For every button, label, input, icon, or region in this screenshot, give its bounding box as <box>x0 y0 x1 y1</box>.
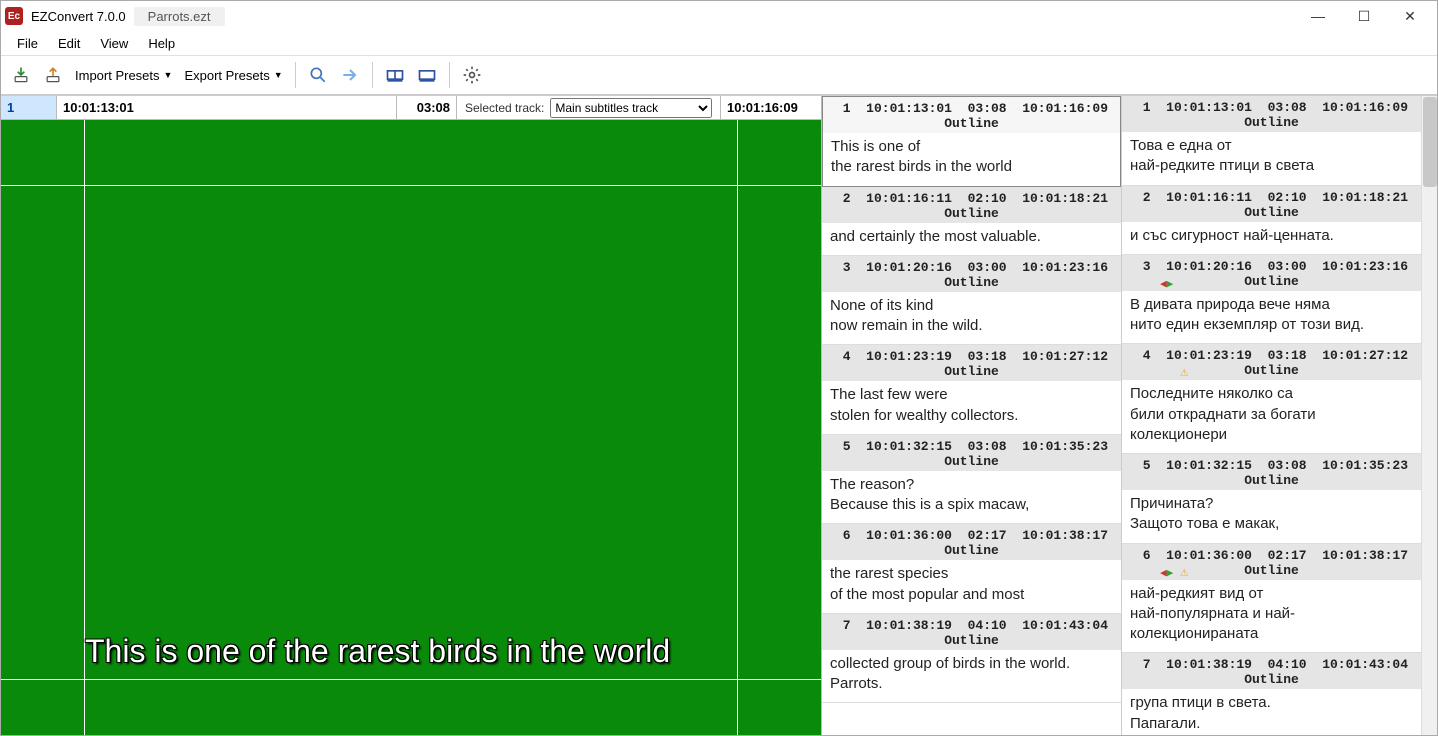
subtitle-header: 3 10:01:20:16 03:00 10:01:23:16Outline <box>822 256 1121 292</box>
layout-dual-button[interactable] <box>381 61 409 89</box>
subtitle-item[interactable]: 6 10:01:36:00 02:17 10:01:38:17Outline◀▶… <box>1122 544 1421 654</box>
export-button[interactable] <box>39 61 67 89</box>
subtitle-text[interactable]: и със сигурност най-ценната. <box>1122 222 1421 254</box>
subtitle-header: 7 10:01:38:19 04:10 10:01:43:04Outline <box>1122 653 1421 689</box>
app-window: Ec EZConvert 7.0.0 Parrots.ezt — ☐ ✕ Fil… <box>0 0 1438 736</box>
goto-button[interactable] <box>336 61 364 89</box>
subtitle-header: 7 10:01:38:19 04:10 10:01:43:04Outline <box>822 614 1121 650</box>
subtitle-text[interactable]: Последните няколко са били откраднати за… <box>1122 380 1421 453</box>
subtitle-item[interactable]: 1 10:01:13:01 03:08 10:01:16:09OutlineТо… <box>1122 96 1421 186</box>
subtitle-column-target: 1 10:01:13:01 03:08 10:01:16:09OutlineТо… <box>1122 96 1421 735</box>
content-area: 1 10:01:13:01 03:08 Selected track: Main… <box>1 95 1437 735</box>
track-select[interactable]: Main subtitles track <box>550 98 712 118</box>
subtitle-item[interactable]: 2 10:01:16:11 02:10 10:01:18:21Outlinean… <box>822 187 1121 256</box>
menu-edit[interactable]: Edit <box>50 34 88 53</box>
subtitle-item[interactable]: 7 10:01:38:19 04:10 10:01:43:04Outlineгр… <box>1122 653 1421 735</box>
subtitle-header: 5 10:01:32:15 03:08 10:01:35:23Outline <box>822 435 1121 471</box>
subtitle-header: 6 10:01:36:00 02:17 10:01:38:17Outline◀▶… <box>1122 544 1421 580</box>
toolbar-separator <box>372 62 373 88</box>
subtitle-header: 1 10:01:13:01 03:08 10:01:16:09Outline <box>823 97 1120 133</box>
subtitle-item[interactable]: 5 10:01:32:15 03:08 10:01:35:23OutlineTh… <box>822 435 1121 525</box>
track-selector: Selected track: Main subtitles track <box>457 96 721 119</box>
subtitle-text[interactable]: collected group of birds in the world. P… <box>822 650 1121 703</box>
subtitle-item[interactable]: 6 10:01:36:00 02:17 10:01:38:17Outlineth… <box>822 524 1121 614</box>
window-controls: — ☐ ✕ <box>1295 1 1433 31</box>
preview-subtitle-text: This is one of the rarest birds in the w… <box>85 630 670 673</box>
document-tab[interactable]: Parrots.ezt <box>134 7 225 26</box>
safe-area-guide <box>1 679 821 680</box>
subtitle-item[interactable]: 7 10:01:38:19 04:10 10:01:43:04Outlineco… <box>822 614 1121 704</box>
subtitle-header: 6 10:01:36:00 02:17 10:01:38:17Outline <box>822 524 1121 560</box>
toolbar-separator <box>449 62 450 88</box>
diff-marker-icon: ◀▶ <box>1160 566 1173 580</box>
subtitle-item[interactable]: 3 10:01:20:16 03:00 10:01:23:16OutlineNo… <box>822 256 1121 346</box>
subtitle-header: 4 10:01:23:19 03:18 10:01:27:12Outline <box>822 345 1121 381</box>
diff-marker-icon: ◀▶ <box>1160 277 1173 291</box>
warning-icon: ⚠ <box>1180 364 1188 381</box>
subtitle-text[interactable]: В дивата природа вече няма нито един екз… <box>1122 291 1421 344</box>
duration[interactable]: 03:08 <box>397 96 457 119</box>
subtitle-header: 1 10:01:13:01 03:08 10:01:16:09Outline <box>1122 96 1421 132</box>
subtitle-item[interactable]: 2 10:01:16:11 02:10 10:01:18:21Outlineи … <box>1122 186 1421 255</box>
warning-icon: ⚠ <box>1180 564 1188 581</box>
subtitle-item[interactable]: 4 10:01:23:19 03:18 10:01:27:12Outline⚠П… <box>1122 344 1421 454</box>
subtitle-item[interactable]: 3 10:01:20:16 03:00 10:01:23:16Outline◀▶… <box>1122 255 1421 345</box>
subtitle-index[interactable]: 1 <box>1 96 57 119</box>
subtitle-text[interactable]: This is one of the rarest birds in the w… <box>823 133 1120 186</box>
timecode-out[interactable]: 10:01:16:09 <box>721 96 821 119</box>
subtitle-text[interactable]: None of its kind now remain in the wild. <box>822 292 1121 345</box>
subtitle-header: 3 10:01:20:16 03:00 10:01:23:16Outline◀▶ <box>1122 255 1421 291</box>
import-presets-dropdown[interactable]: Import Presets▼ <box>71 66 176 85</box>
subtitle-list-pane: 1 10:01:13:01 03:08 10:01:16:09OutlineTh… <box>821 96 1437 735</box>
layout-single-button[interactable] <box>413 61 441 89</box>
close-button[interactable]: ✕ <box>1387 1 1433 31</box>
timecode-in[interactable]: 10:01:13:01 <box>57 96 397 119</box>
subtitle-header: 5 10:01:32:15 03:08 10:01:35:23Outline <box>1122 454 1421 490</box>
subtitle-item[interactable]: 4 10:01:23:19 03:18 10:01:27:12OutlineTh… <box>822 345 1121 435</box>
menubar: File Edit View Help <box>1 31 1437 55</box>
maximize-button[interactable]: ☐ <box>1341 1 1387 31</box>
subtitle-text[interactable]: Причината? Защото това е макак, <box>1122 490 1421 543</box>
export-presets-dropdown[interactable]: Export Presets▼ <box>180 66 286 85</box>
menu-help[interactable]: Help <box>140 34 183 53</box>
settings-button[interactable] <box>458 61 486 89</box>
subtitle-text[interactable]: and certainly the most valuable. <box>822 223 1121 255</box>
subtitle-header: 2 10:01:16:11 02:10 10:01:18:21Outline <box>1122 186 1421 222</box>
subtitle-item[interactable]: 1 10:01:13:01 03:08 10:01:16:09OutlineTh… <box>822 96 1121 187</box>
subtitle-item[interactable]: 5 10:01:32:15 03:08 10:01:35:23OutlineПр… <box>1122 454 1421 544</box>
menu-view[interactable]: View <box>92 34 136 53</box>
subtitle-header: 2 10:01:16:11 02:10 10:01:18:21Outline <box>822 187 1121 223</box>
menu-file[interactable]: File <box>9 34 46 53</box>
subtitle-text[interactable]: The last few were stolen for wealthy col… <box>822 381 1121 434</box>
subtitle-column-source: 1 10:01:13:01 03:08 10:01:16:09OutlineTh… <box>822 96 1122 735</box>
scrollbar-thumb[interactable] <box>1423 97 1437 187</box>
safe-area-guide <box>737 120 738 735</box>
find-button[interactable] <box>304 61 332 89</box>
video-preview[interactable]: This is one of the rarest birds in the w… <box>1 120 821 735</box>
subtitle-text[interactable]: The reason? Because this is a spix macaw… <box>822 471 1121 524</box>
left-pane: 1 10:01:13:01 03:08 Selected track: Main… <box>1 96 821 735</box>
subtitle-header: 4 10:01:23:19 03:18 10:01:27:12Outline⚠ <box>1122 344 1421 380</box>
scrollbar[interactable] <box>1421 96 1437 735</box>
track-label: Selected track: <box>465 101 544 115</box>
subtitle-text[interactable]: Това е една от най-редките птици в света <box>1122 132 1421 185</box>
toolbar-separator <box>295 62 296 88</box>
subtitle-text[interactable]: the rarest species of the most popular a… <box>822 560 1121 613</box>
timecode-bar: 1 10:01:13:01 03:08 Selected track: Main… <box>1 96 821 120</box>
minimize-button[interactable]: — <box>1295 1 1341 31</box>
titlebar: Ec EZConvert 7.0.0 Parrots.ezt — ☐ ✕ <box>1 1 1437 31</box>
subtitle-text[interactable]: група птици в света. Папагали. <box>1122 689 1421 735</box>
app-title: EZConvert 7.0.0 <box>31 9 126 24</box>
subtitle-text[interactable]: най-редкият вид от най-популярната и най… <box>1122 580 1421 653</box>
import-button[interactable] <box>7 61 35 89</box>
toolbar: Import Presets▼ Export Presets▼ <box>1 55 1437 95</box>
safe-area-guide <box>1 185 821 186</box>
app-logo-icon: Ec <box>5 7 23 25</box>
